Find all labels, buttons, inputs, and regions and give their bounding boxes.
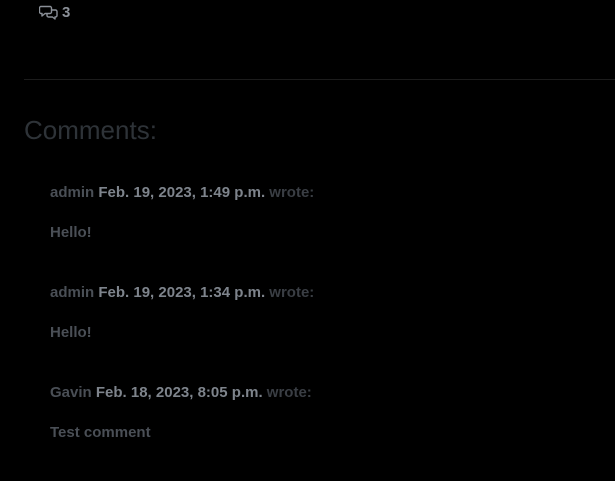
comment-date: Feb. 19, 2023, 1:34 p.m.: [98, 284, 266, 301]
comment-wrote-label: wrote:: [269, 184, 315, 201]
comment-item: admin Feb. 19, 2023, 1:49 p.m. wrote: He…: [50, 184, 314, 242]
comment-meta: admin Feb. 19, 2023, 1:49 p.m. wrote:: [50, 184, 314, 202]
comment-meta: Gavin Feb. 18, 2023, 8:05 p.m. wrote:: [50, 384, 312, 402]
comment-item: admin Feb. 19, 2023, 1:34 p.m. wrote: He…: [50, 284, 314, 342]
comment-wrote-label: wrote:: [269, 284, 315, 301]
comment-date: Feb. 18, 2023, 8:05 p.m.: [95, 384, 263, 401]
comment-author[interactable]: Gavin: [50, 384, 92, 401]
comment-count-value: 3: [62, 3, 71, 21]
comment-item: Gavin Feb. 18, 2023, 8:05 p.m. wrote: Te…: [50, 384, 312, 442]
comment-author[interactable]: admin: [50, 184, 94, 201]
comment-count[interactable]: 3: [39, 3, 70, 21]
chat-bubbles-icon: [39, 4, 59, 20]
comment-body: Test comment: [50, 424, 151, 441]
divider: [24, 79, 615, 80]
comment-author[interactable]: admin: [50, 284, 94, 301]
comment-body: Hello!: [50, 224, 92, 241]
comments-heading: Comments:: [24, 115, 157, 145]
comment-wrote-label: wrote:: [266, 384, 312, 401]
comment-meta: admin Feb. 19, 2023, 1:34 p.m. wrote:: [50, 284, 314, 302]
comment-body: Hello!: [50, 324, 92, 341]
comment-date: Feb. 19, 2023, 1:49 p.m.: [98, 184, 266, 201]
